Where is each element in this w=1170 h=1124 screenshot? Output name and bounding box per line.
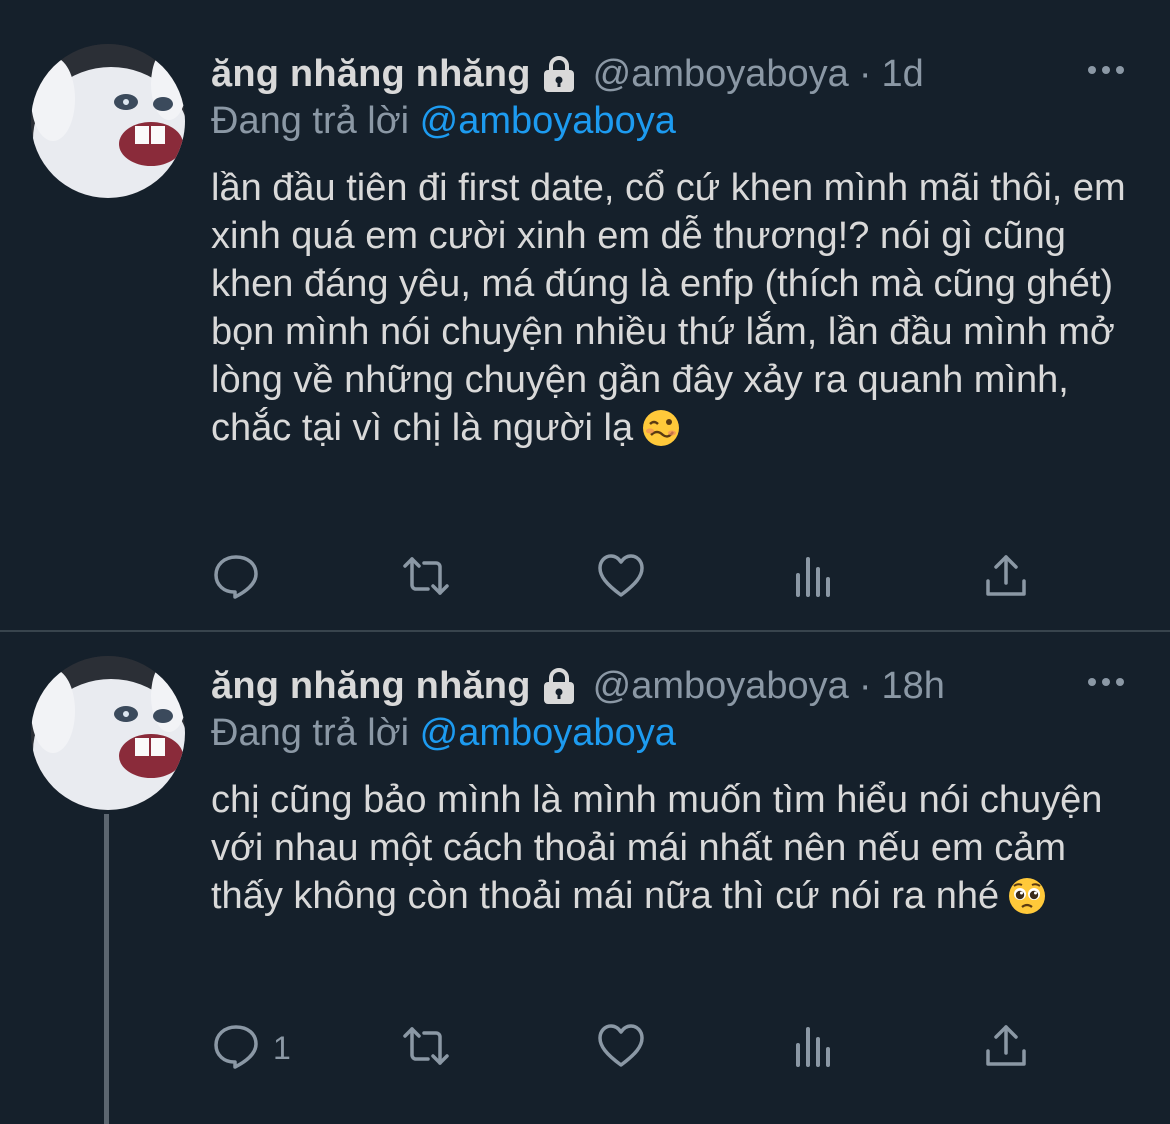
author-handle[interactable]: @amboyaboya <box>593 53 849 96</box>
tweet[interactable]: ăng nhăng nhăng @amboyaboya · 18h Đang t… <box>0 632 1170 1124</box>
views-icon <box>789 1021 839 1076</box>
thread-line <box>104 814 109 1124</box>
retweet-button[interactable] <box>401 550 451 606</box>
retweet-icon <box>401 551 451 606</box>
tweet-text-content: chị cũng bảo mình là mình muốn tìm hiểu … <box>211 779 1103 917</box>
reply-icon <box>211 551 261 606</box>
replying-to: Đang trả lời @amboyaboya <box>211 100 676 143</box>
share-icon <box>981 551 1031 606</box>
retweet-icon <box>401 1021 451 1076</box>
replying-mention[interactable]: @amboyaboya <box>420 712 676 754</box>
share-button[interactable] <box>981 1020 1031 1076</box>
author-name[interactable]: ăng nhăng nhăng <box>211 53 531 96</box>
separator: · <box>858 52 872 95</box>
replying-label: Đang trả lời <box>211 712 410 754</box>
replying-to: Đang trả lời @amboyaboya <box>211 712 676 755</box>
tweet[interactable]: ăng nhăng nhăng @amboyaboya · 1d Đang tr… <box>0 0 1170 630</box>
share-button[interactable] <box>981 550 1031 606</box>
like-button[interactable] <box>596 1020 646 1076</box>
retweet-button[interactable] <box>401 1020 451 1076</box>
timestamp[interactable]: 1d <box>881 53 923 96</box>
tweet-header: ăng nhăng nhăng @amboyaboya · 18h <box>211 656 945 716</box>
share-icon <box>981 1021 1031 1076</box>
author-name[interactable]: ăng nhăng nhăng <box>211 665 531 708</box>
avatar[interactable] <box>31 44 185 198</box>
views-icon <box>789 551 839 606</box>
tweet-text: lần đầu tiên đi first date, cổ cứ khen m… <box>211 164 1131 452</box>
reply-button[interactable]: 1 <box>211 1020 291 1076</box>
author-handle[interactable]: @amboyaboya <box>593 665 849 708</box>
more-icon[interactable] <box>1084 662 1128 702</box>
like-icon <box>596 551 646 606</box>
reply-count: 1 <box>273 1029 291 1066</box>
more-icon[interactable] <box>1084 50 1128 90</box>
like-button[interactable] <box>596 550 646 606</box>
views-button[interactable] <box>789 1020 839 1076</box>
lock-icon <box>539 666 579 706</box>
tweet-text: chị cũng bảo mình là mình muốn tìm hiểu … <box>211 776 1131 920</box>
lock-icon <box>539 54 579 94</box>
timestamp[interactable]: 18h <box>881 665 944 708</box>
replying-label: Đang trả lời <box>211 100 410 142</box>
like-icon <box>596 1021 646 1076</box>
separator: · <box>858 664 872 707</box>
tweet-actions: 1 <box>211 1020 1071 1076</box>
pleading-face-icon <box>1007 876 1047 916</box>
reply-icon <box>211 1021 261 1076</box>
woozy-face-icon <box>641 408 681 448</box>
reply-button[interactable] <box>211 550 273 606</box>
avatar[interactable] <box>31 656 185 810</box>
views-button[interactable] <box>789 550 839 606</box>
tweet-header: ăng nhăng nhăng @amboyaboya · 1d <box>211 44 924 104</box>
replying-mention[interactable]: @amboyaboya <box>420 100 676 142</box>
tweet-actions <box>211 550 1071 606</box>
tweet-text-content: lần đầu tiên đi first date, cổ cứ khen m… <box>211 167 1126 449</box>
